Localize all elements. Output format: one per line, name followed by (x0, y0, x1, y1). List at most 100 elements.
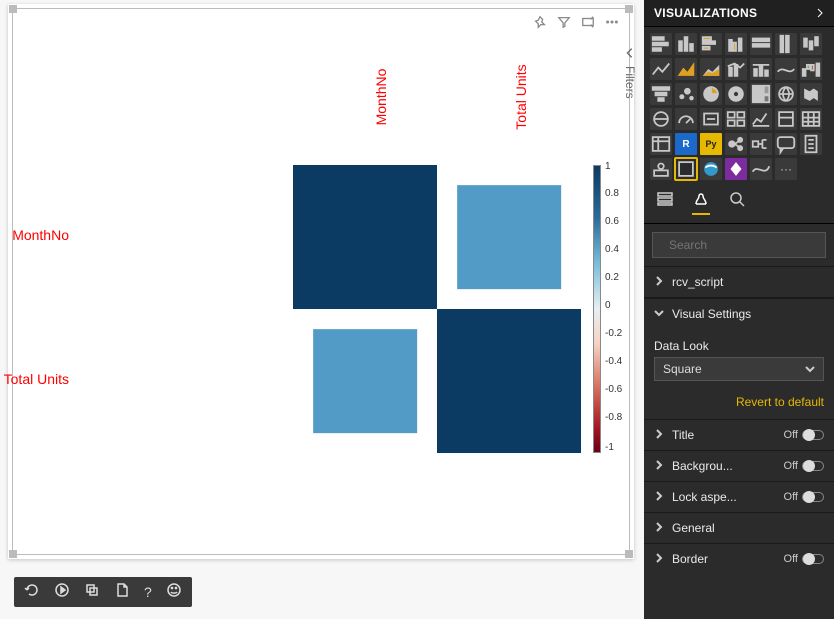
toggle-label: Off (784, 460, 798, 472)
tick-label: 1 (605, 161, 611, 172)
heatmap-cell (293, 309, 437, 453)
chevron-down-icon (805, 364, 815, 374)
clustered-bar-icon[interactable] (700, 33, 722, 55)
resize-handle[interactable] (625, 5, 633, 13)
clustered-column-icon[interactable] (725, 33, 747, 55)
table-icon[interactable] (800, 108, 822, 130)
combo2-icon[interactable] (750, 58, 772, 80)
pin-icon[interactable] (533, 15, 547, 34)
range-column-icon[interactable] (800, 33, 822, 55)
search-box[interactable] (652, 232, 826, 258)
revert-link[interactable]: Revert to default (644, 385, 834, 415)
stacked-area-icon[interactable] (700, 58, 722, 80)
group-title[interactable]: Title Off (644, 419, 834, 450)
multi-card-icon[interactable] (725, 108, 747, 130)
group-visual-settings: Visual Settings Data Look Square Revert … (644, 297, 834, 419)
ellipsis-label: ··· (780, 162, 792, 176)
lock-aspect-toggle[interactable]: Off (784, 491, 824, 503)
map-icon[interactable] (775, 83, 797, 105)
hundred-column-icon[interactable] (775, 33, 797, 55)
tick-label: -0.6 (605, 384, 622, 395)
qna-icon[interactable] (775, 133, 797, 155)
visual-selection-frame[interactable]: MonthNo Total Units MonthNo Total Units … (12, 8, 630, 555)
filters-pane-collapsed[interactable]: Filters (618, 46, 642, 136)
pie-icon[interactable] (700, 83, 722, 105)
group-border[interactable]: Border Off (644, 543, 834, 574)
more-visuals-icon[interactable]: ··· (775, 158, 797, 180)
ribbon-icon[interactable] (775, 58, 797, 80)
analytics-tab[interactable] (728, 190, 746, 215)
group-visual-settings-header[interactable]: Visual Settings (644, 298, 834, 329)
filters-label: Filters (623, 66, 637, 99)
donut-icon[interactable] (725, 83, 747, 105)
kpi-icon[interactable] (750, 108, 772, 130)
duplicate-icon[interactable] (84, 582, 100, 603)
panel-header[interactable]: VISUALIZATIONS (644, 0, 834, 27)
tick-label: -1 (605, 442, 614, 453)
chevron-right-icon (654, 490, 664, 504)
report-canvas: MonthNo Total Units MonthNo Total Units … (0, 0, 644, 619)
group-general[interactable]: General (644, 512, 834, 543)
filter-icon[interactable] (557, 15, 571, 34)
globe-icon[interactable] (700, 158, 722, 180)
search-input[interactable] (669, 238, 824, 252)
heatmap-cell (437, 165, 581, 309)
stacked-column-icon[interactable] (675, 33, 697, 55)
hundred-bar-icon[interactable] (750, 33, 772, 55)
r-label: R (682, 139, 689, 150)
fields-tab[interactable] (656, 190, 674, 215)
group-background[interactable]: Backgrou... Off (644, 450, 834, 481)
treemap-icon[interactable] (750, 83, 772, 105)
correlation-heatmap (293, 165, 581, 453)
tick-label: 0 (605, 300, 611, 311)
funnel-icon[interactable] (650, 83, 672, 105)
py-visual-icon[interactable]: Py (700, 133, 722, 155)
card-icon[interactable] (700, 108, 722, 130)
filled-map-icon[interactable] (800, 83, 822, 105)
viz-gallery: R Py ··· (644, 27, 834, 184)
resize-handle[interactable] (9, 550, 17, 558)
matrix-icon[interactable] (650, 133, 672, 155)
custom-visual-icon[interactable] (675, 158, 697, 180)
smiley-icon[interactable] (166, 582, 182, 603)
gauge-icon[interactable] (675, 108, 697, 130)
data-look-select[interactable]: Square (654, 357, 824, 381)
play-icon[interactable] (54, 582, 70, 603)
focus-mode-icon[interactable] (581, 15, 595, 34)
format-tab[interactable] (692, 190, 710, 215)
slicer-icon[interactable] (775, 108, 797, 130)
format-tabs (644, 184, 834, 224)
key-influencers-icon[interactable] (725, 133, 747, 155)
toggle-label: Off (784, 429, 798, 441)
shape-map-icon[interactable] (650, 108, 672, 130)
spark-icon[interactable] (750, 158, 772, 180)
scatter-icon[interactable] (675, 83, 697, 105)
line-chart-icon[interactable] (650, 58, 672, 80)
group-rcv-script[interactable]: rcv_script (644, 266, 834, 297)
more-options-icon[interactable] (605, 15, 619, 34)
resize-handle[interactable] (625, 550, 633, 558)
help-icon[interactable]: ? (144, 584, 152, 600)
group-lock-aspect[interactable]: Lock aspe... Off (644, 481, 834, 512)
tick-label: 0.2 (605, 272, 619, 283)
paginated-icon[interactable] (800, 133, 822, 155)
canvas-toolbar: ? (14, 577, 192, 607)
arcgis-icon[interactable] (650, 158, 672, 180)
select-value: Square (663, 362, 702, 376)
decomp-tree-icon[interactable] (750, 133, 772, 155)
area-chart-icon[interactable] (675, 58, 697, 80)
r-visual-icon[interactable]: R (675, 133, 697, 155)
border-toggle[interactable]: Off (784, 553, 824, 565)
title-toggle[interactable]: Off (784, 429, 824, 441)
stacked-bar-icon[interactable] (650, 33, 672, 55)
background-toggle[interactable]: Off (784, 460, 824, 472)
resize-handle[interactable] (9, 5, 17, 13)
waterfall-icon[interactable] (800, 58, 822, 80)
new-page-icon[interactable] (114, 582, 130, 603)
powerapps-icon[interactable] (725, 158, 747, 180)
tick-label: -0.4 (605, 356, 622, 367)
combo-icon[interactable] (725, 58, 747, 80)
chevron-down-icon (654, 307, 664, 321)
tick-label: 0.8 (605, 188, 619, 199)
refresh-icon[interactable] (24, 582, 40, 603)
